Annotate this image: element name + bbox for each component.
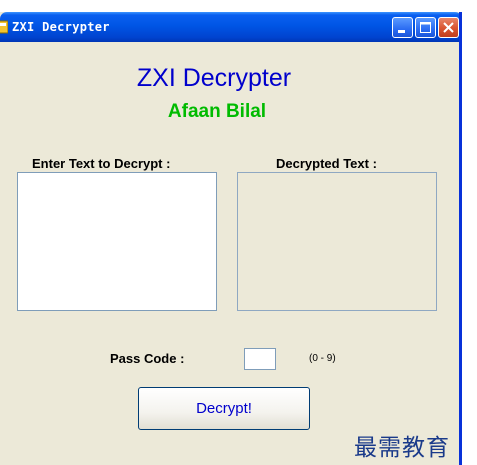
decrypt-button[interactable]: Decrypt! (138, 387, 310, 430)
pass-code-range-hint: (0 - 9) (309, 353, 336, 364)
app-window: ZXI Decrypter ZXI Decrypter Afaan Bilal … (0, 12, 462, 465)
pass-code-input[interactable] (244, 348, 276, 370)
watermark: 最需教育 (354, 435, 450, 461)
output-label: Decrypted Text : (276, 156, 377, 171)
minimize-icon (398, 30, 405, 33)
input-label: Enter Text to Decrypt : (32, 156, 171, 171)
maximize-button[interactable] (415, 17, 436, 38)
encrypted-text-input[interactable] (17, 172, 217, 311)
title-bar[interactable]: ZXI Decrypter (0, 12, 459, 42)
pass-code-label: Pass Code : (110, 351, 185, 366)
window-title: ZXI Decrypter (12, 20, 110, 34)
maximize-icon (420, 22, 431, 33)
app-title: ZXI Decrypter (136, 64, 292, 92)
minimize-button[interactable] (392, 17, 413, 38)
decrypted-text-output[interactable] (237, 172, 437, 311)
close-icon (443, 22, 454, 33)
close-button[interactable] (438, 17, 459, 38)
app-icon (0, 20, 9, 34)
author-name: Afaan Bilal (167, 101, 267, 122)
